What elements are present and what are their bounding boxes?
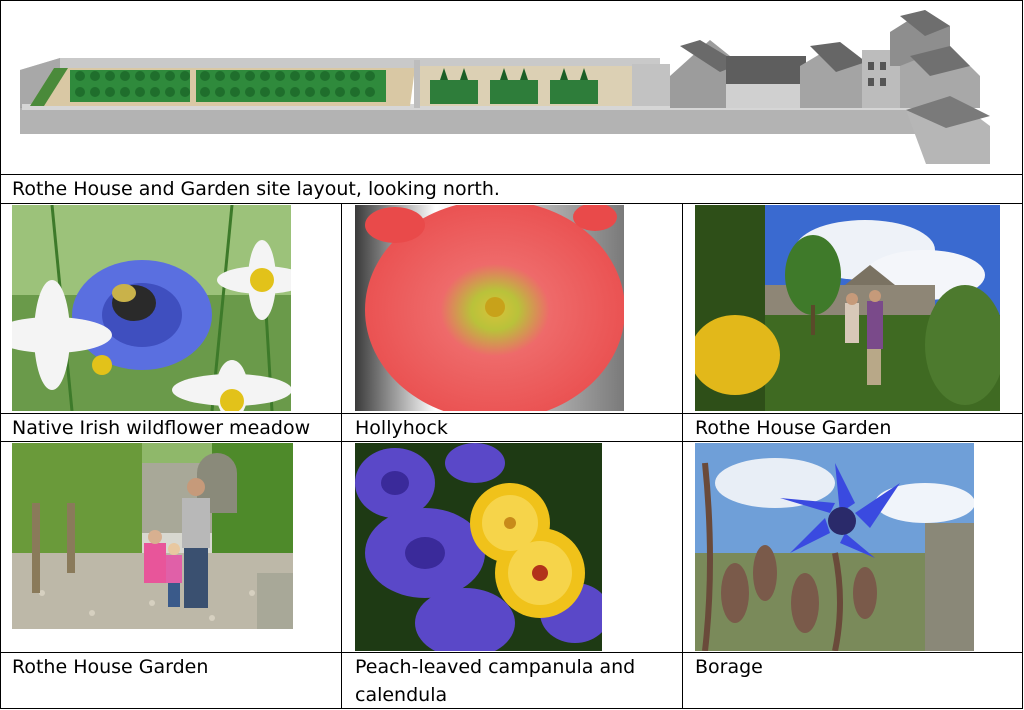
site-layout-caption: Rothe House and Garden site layout, look…	[12, 178, 500, 200]
wildflower-meadow-photo	[12, 205, 291, 411]
photo-caption-line: calendula	[355, 684, 448, 706]
photo-caption: Rothe House Garden	[12, 656, 209, 678]
table-border-top	[0, 0, 1023, 1]
table-border-bottom	[0, 708, 1023, 709]
campanula-calendula-photo	[355, 443, 602, 651]
photo-caption: Rothe House Garden	[695, 417, 892, 439]
document-table: Rothe House and Garden site layout, look…	[0, 0, 1023, 709]
photo-caption-line: Peach-leaved campanula and	[355, 656, 636, 678]
borage-photo	[695, 443, 974, 651]
column-divider	[682, 203, 683, 709]
rothe-garden-couple-photo	[695, 205, 1000, 411]
site-layout-image	[20, 6, 1000, 169]
rothe-garden-family-photo	[12, 443, 293, 629]
photo-caption: Borage	[695, 656, 763, 678]
photo-caption: Hollyhock	[355, 417, 448, 439]
table-border-right	[1022, 0, 1023, 709]
column-divider	[341, 203, 342, 709]
row-divider	[0, 203, 1023, 204]
table-border-left	[0, 0, 1, 709]
photo-caption: Native Irish wildflower meadow	[12, 417, 311, 439]
hollyhock-photo	[355, 205, 624, 411]
